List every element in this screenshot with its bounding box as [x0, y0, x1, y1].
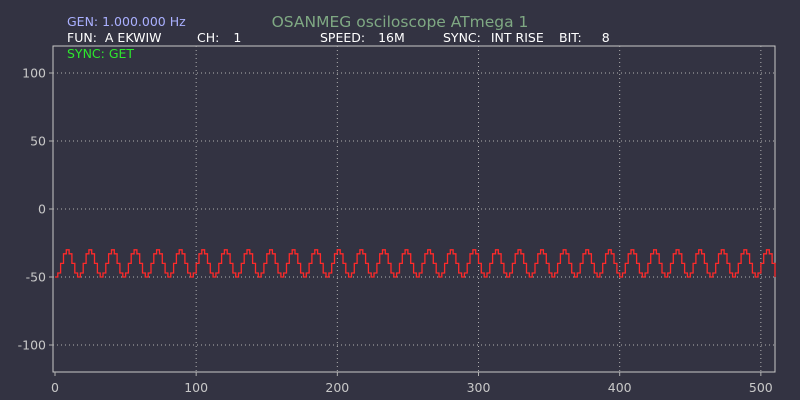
y-tick-label: -50 [26, 270, 46, 285]
x-tick-label: 300 [467, 380, 491, 395]
grid [53, 46, 775, 372]
y-tick-label: -100 [18, 338, 46, 353]
x-tick-label: 500 [749, 380, 773, 395]
y-tick-label: 0 [38, 202, 46, 217]
x-tick-label: 200 [325, 380, 349, 395]
oscilloscope-plot: 0 100 200 300 400 500100500-50-100 [18, 45, 776, 396]
y-tick-label: 100 [22, 66, 46, 81]
y-tick-label: 50 [30, 134, 46, 149]
x-tick-label: 0 [51, 380, 59, 395]
x-tick-label: 100 [184, 380, 208, 395]
x-tick-label: 400 [608, 380, 632, 395]
axis-ticks [49, 72, 762, 376]
axis-labels: 0 100 200 300 400 500100500-50-100 [18, 66, 773, 396]
signal-trace [55, 249, 776, 278]
